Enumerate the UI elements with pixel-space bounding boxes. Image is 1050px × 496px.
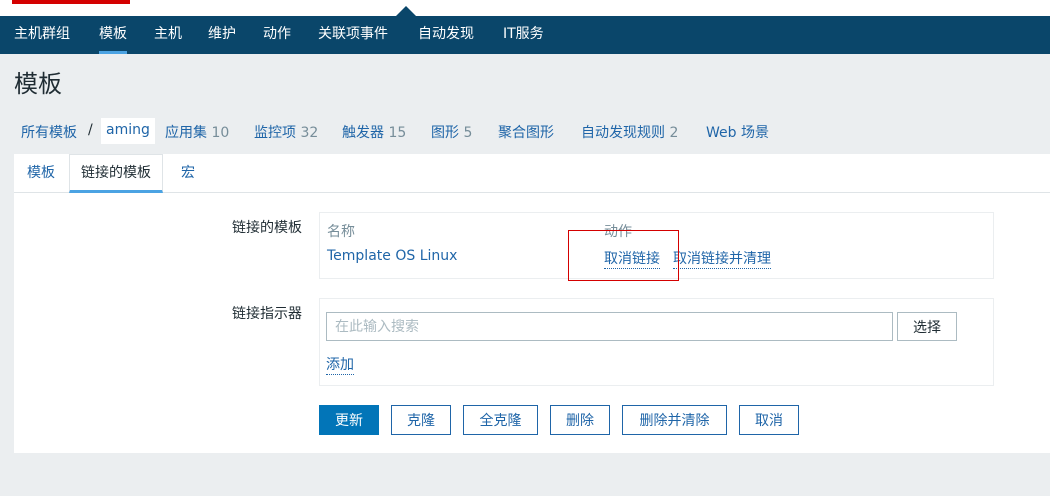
nav-item-actions[interactable]: 动作	[263, 16, 291, 54]
breadcrumb-triggers[interactable]: 触发器 15	[342, 122, 406, 142]
tab-macros[interactable]: 宏	[181, 154, 195, 193]
full-clone-button[interactable]: 全克隆	[463, 405, 538, 435]
breadcrumb-discovery-rules[interactable]: 自动发现规则 2	[581, 122, 678, 142]
delete-and-clear-button[interactable]: 删除并清除	[622, 405, 727, 435]
clone-button[interactable]: 克隆	[391, 405, 451, 435]
add-link[interactable]: 添加	[326, 354, 354, 375]
main-nav: 主机群组 模板 主机 维护 动作 关联项事件 自动发现 IT服务	[0, 16, 1050, 54]
column-header-name: 名称	[327, 224, 355, 240]
tab-bar: 模板 链接的模板 宏	[14, 154, 1050, 193]
select-button[interactable]: 选择	[897, 312, 957, 341]
nav-item-correlation[interactable]: 关联项事件	[318, 16, 388, 54]
active-menu-caret	[396, 6, 416, 16]
breadcrumb-web-scenarios[interactable]: Web 场景	[706, 122, 769, 142]
linked-templates-table: 名称 动作 Template OS Linux 取消链接 取消链接并清理	[319, 212, 994, 279]
tab-linked-templates[interactable]: 链接的模板	[69, 154, 163, 193]
breadcrumb-graphs[interactable]: 图形 5	[431, 122, 472, 142]
nav-item-hosts[interactable]: 主机	[154, 16, 182, 54]
delete-button[interactable]: 删除	[550, 405, 610, 435]
nav-item-discovery[interactable]: 自动发现	[418, 16, 474, 54]
breadcrumb-applications[interactable]: 应用集 10	[165, 122, 229, 142]
unlink-link[interactable]: 取消链接	[604, 248, 660, 269]
update-button[interactable]: 更新	[319, 405, 379, 435]
brand-strip	[12, 0, 130, 4]
template-search-input[interactable]	[326, 312, 893, 341]
breadcrumb-current-template[interactable]: aming	[101, 118, 155, 144]
breadcrumb-all-templates[interactable]: 所有模板	[21, 122, 77, 142]
nav-item-maintenance[interactable]: 维护	[208, 16, 236, 54]
cancel-button[interactable]: 取消	[739, 405, 799, 435]
breadcrumb-screens[interactable]: 聚合图形	[498, 122, 554, 142]
top-bar	[0, 0, 1050, 16]
tab-template[interactable]: 模板	[27, 154, 55, 193]
breadcrumb-separator: /	[88, 122, 93, 138]
breadcrumb-items[interactable]: 监控项 32	[254, 122, 318, 142]
page-title: 模板	[14, 70, 62, 98]
link-indicator-panel: 选择 添加	[319, 298, 994, 386]
breadcrumb: 所有模板 / aming 应用集 10 监控项 32 触发器 15 图形 5 聚…	[14, 116, 1050, 146]
nav-item-host-groups[interactable]: 主机群组	[14, 16, 70, 54]
nav-item-templates[interactable]: 模板	[99, 16, 127, 54]
unlink-and-clear-link[interactable]: 取消链接并清理	[673, 248, 771, 269]
link-indicator-label: 链接指示器	[232, 306, 302, 322]
nav-item-it-services[interactable]: IT服务	[503, 16, 544, 54]
linked-template-name-link[interactable]: Template OS Linux	[327, 248, 457, 264]
linked-templates-label: 链接的模板	[232, 220, 302, 236]
column-header-action: 动作	[604, 224, 632, 240]
